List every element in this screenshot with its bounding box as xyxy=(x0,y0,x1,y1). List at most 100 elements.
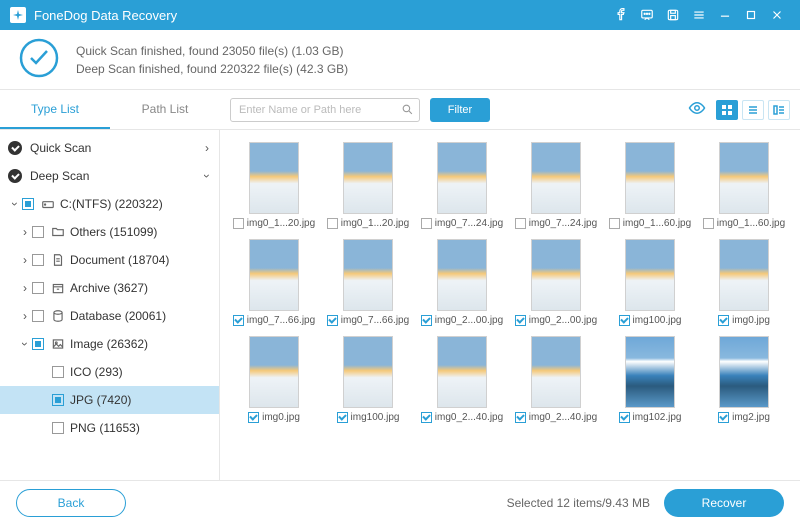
file-item[interactable]: img0.jpg xyxy=(230,336,318,423)
folder-icon xyxy=(50,225,66,239)
minimize-icon[interactable] xyxy=(712,0,738,30)
tree-image[interactable]: › Image (26362) xyxy=(0,330,219,358)
file-checkbox[interactable] xyxy=(619,315,630,326)
file-thumbnail[interactable] xyxy=(531,142,581,214)
file-item[interactable]: img0_1...60.jpg xyxy=(606,142,694,229)
file-checkbox[interactable] xyxy=(421,315,432,326)
checkbox-icon[interactable] xyxy=(32,226,44,238)
file-item[interactable]: img0_2...40.jpg xyxy=(418,336,506,423)
tree-drive[interactable]: › C:(NTFS) (220322) xyxy=(0,190,219,218)
file-checkbox[interactable] xyxy=(337,412,348,423)
file-checkbox[interactable] xyxy=(718,412,729,423)
status-bar: Quick Scan finished, found 23050 file(s)… xyxy=(0,30,800,90)
save-icon[interactable] xyxy=(660,0,686,30)
tree-quick-scan[interactable]: Quick Scan › xyxy=(0,134,219,162)
file-checkbox[interactable] xyxy=(515,412,526,423)
file-thumbnail[interactable] xyxy=(531,239,581,311)
file-item[interactable]: img0_2...00.jpg xyxy=(512,239,600,326)
checkbox-icon[interactable] xyxy=(22,198,34,210)
file-thumbnail[interactable] xyxy=(437,142,487,214)
feedback-icon[interactable] xyxy=(634,0,660,30)
tree-ico[interactable]: ICO (293) xyxy=(0,358,219,386)
file-thumbnail[interactable] xyxy=(719,336,769,408)
file-item[interactable]: img0_1...20.jpg xyxy=(324,142,412,229)
file-checkbox[interactable] xyxy=(703,218,714,229)
file-item[interactable]: img0_7...66.jpg xyxy=(230,239,318,326)
file-checkbox[interactable] xyxy=(248,412,259,423)
file-checkbox[interactable] xyxy=(233,315,244,326)
facebook-icon[interactable] xyxy=(608,0,634,30)
checkbox-icon[interactable] xyxy=(32,254,44,266)
search-icon[interactable] xyxy=(401,103,414,119)
file-item[interactable]: img0_1...20.jpg xyxy=(230,142,318,229)
file-item[interactable]: img0_7...24.jpg xyxy=(512,142,600,229)
file-item[interactable]: img100.jpg xyxy=(324,336,412,423)
file-item[interactable]: img0_2...40.jpg xyxy=(512,336,600,423)
file-name: img0_2...00.jpg xyxy=(529,315,597,326)
file-thumbnail[interactable] xyxy=(625,336,675,408)
file-checkbox[interactable] xyxy=(609,218,620,229)
view-list-button[interactable] xyxy=(742,100,764,120)
tab-type-list[interactable]: Type List xyxy=(0,90,110,129)
file-thumbnail[interactable] xyxy=(531,336,581,408)
file-checkbox[interactable] xyxy=(233,218,244,229)
tree-others[interactable]: › Others (151099) xyxy=(0,218,219,246)
drive-icon xyxy=(40,197,56,211)
file-checkbox[interactable] xyxy=(515,315,526,326)
back-button[interactable]: Back xyxy=(16,489,126,517)
file-thumbnail[interactable] xyxy=(625,239,675,311)
file-thumbnail[interactable] xyxy=(343,142,393,214)
file-item[interactable]: img102.jpg xyxy=(606,336,694,423)
file-checkbox[interactable] xyxy=(421,412,432,423)
file-checkbox[interactable] xyxy=(515,218,526,229)
checkbox-icon[interactable] xyxy=(52,366,64,378)
file-thumbnail[interactable] xyxy=(437,336,487,408)
file-checkbox[interactable] xyxy=(421,218,432,229)
search-input[interactable] xyxy=(230,98,420,122)
file-thumbnail[interactable] xyxy=(343,239,393,311)
file-thumbnail[interactable] xyxy=(625,142,675,214)
tab-path-list[interactable]: Path List xyxy=(110,90,220,129)
file-item[interactable]: img0_1...60.jpg xyxy=(700,142,788,229)
tree-archive[interactable]: › Archive (3627) xyxy=(0,274,219,302)
file-thumbnail[interactable] xyxy=(249,142,299,214)
filter-button[interactable]: Filter xyxy=(430,98,490,122)
tree-document[interactable]: › Document (18704) xyxy=(0,246,219,274)
preview-icon[interactable] xyxy=(688,99,706,120)
file-thumbnail[interactable] xyxy=(719,239,769,311)
file-name: img0_2...00.jpg xyxy=(435,315,503,326)
view-detail-button[interactable] xyxy=(768,100,790,120)
file-item[interactable]: img0_7...24.jpg xyxy=(418,142,506,229)
file-thumbnail[interactable] xyxy=(249,239,299,311)
checkbox-icon[interactable] xyxy=(52,394,64,406)
checkbox-icon[interactable] xyxy=(32,310,44,322)
maximize-icon[interactable] xyxy=(738,0,764,30)
menu-icon[interactable] xyxy=(686,0,712,30)
file-name: img100.jpg xyxy=(633,315,682,326)
file-thumbnail[interactable] xyxy=(437,239,487,311)
file-checkbox[interactable] xyxy=(327,218,338,229)
recover-button[interactable]: Recover xyxy=(664,489,784,517)
file-thumbnail[interactable] xyxy=(343,336,393,408)
file-checkbox[interactable] xyxy=(327,315,338,326)
file-item[interactable]: img0_7...66.jpg xyxy=(324,239,412,326)
tree-png[interactable]: PNG (11653) xyxy=(0,414,219,442)
checkbox-icon[interactable] xyxy=(52,422,64,434)
file-grid: img0_1...20.jpgimg0_1...20.jpgimg0_7...2… xyxy=(220,130,800,480)
view-grid-button[interactable] xyxy=(716,100,738,120)
tree-jpg[interactable]: JPG (7420) xyxy=(0,386,219,414)
file-thumbnail[interactable] xyxy=(719,142,769,214)
file-thumbnail[interactable] xyxy=(249,336,299,408)
file-item[interactable]: img100.jpg xyxy=(606,239,694,326)
file-item[interactable]: img2.jpg xyxy=(700,336,788,423)
close-icon[interactable] xyxy=(764,0,790,30)
checkbox-icon[interactable] xyxy=(32,282,44,294)
file-item[interactable]: img0_2...00.jpg xyxy=(418,239,506,326)
checkbox-icon[interactable] xyxy=(32,338,44,350)
tree-deep-scan[interactable]: Deep Scan › xyxy=(0,162,219,190)
file-name: img0.jpg xyxy=(732,315,770,326)
file-item[interactable]: img0.jpg xyxy=(700,239,788,326)
tree-database[interactable]: › Database (20061) xyxy=(0,302,219,330)
file-checkbox[interactable] xyxy=(718,315,729,326)
file-checkbox[interactable] xyxy=(619,412,630,423)
